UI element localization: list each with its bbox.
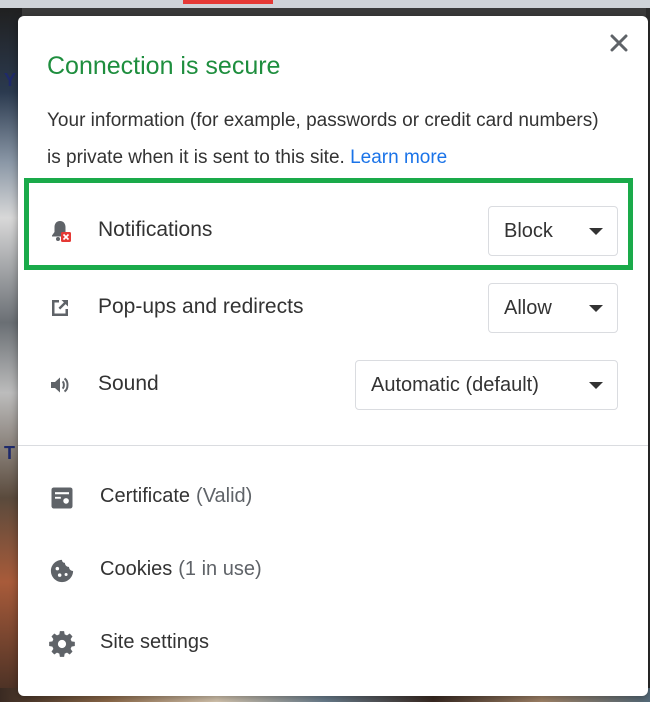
certificate-label: Certificate (Valid) <box>100 485 252 508</box>
sound-select-value: Automatic (default) <box>371 373 539 396</box>
highlight-annotation-box <box>24 178 633 270</box>
chevron-down-icon <box>589 305 603 312</box>
sound-label: Sound <box>98 372 159 395</box>
connection-status-title: Connection is secure <box>47 52 281 80</box>
learn-more-link[interactable]: Learn more <box>350 147 447 168</box>
background-top-strip <box>0 0 650 8</box>
certificate-link[interactable]: Certificate (Valid) <box>18 467 648 527</box>
cookie-icon <box>50 559 74 583</box>
certificate-label-text: Certificate <box>100 485 191 507</box>
section-divider <box>18 445 648 446</box>
sound-select[interactable]: Automatic (default) <box>355 360 618 410</box>
description-text: Your information (for example, passwords… <box>47 110 599 168</box>
background-letter: T <box>4 443 15 463</box>
background-letter: Y <box>4 70 17 90</box>
speaker-icon <box>51 377 69 393</box>
connection-description: Your information (for example, passwords… <box>47 102 607 176</box>
popups-select[interactable]: Allow <box>488 283 618 333</box>
certificate-icon <box>51 487 73 509</box>
cookies-count: (1 in use) <box>178 558 262 580</box>
certificate-status: (Valid) <box>196 485 253 507</box>
external-link-icon <box>52 300 68 316</box>
cookies-label-text: Cookies <box>100 558 173 580</box>
site-info-popup: Connection is secure Your information (f… <box>18 16 648 696</box>
popups-label: Pop-ups and redirects <box>98 295 304 318</box>
permission-row-popups: Pop-ups and redirects Allow <box>18 278 648 338</box>
site-settings-link[interactable]: Site settings <box>18 613 648 673</box>
cookies-label: Cookies (1 in use) <box>100 558 262 581</box>
chevron-down-icon <box>589 382 603 389</box>
gear-icon <box>49 631 75 657</box>
cookies-link[interactable]: Cookies (1 in use) <box>18 540 648 600</box>
background-red-mark <box>183 0 273 4</box>
permission-row-sound: Sound Automatic (default) <box>18 355 648 415</box>
close-icon <box>610 34 628 52</box>
site-settings-label: Site settings <box>100 631 209 653</box>
close-button[interactable] <box>606 30 632 56</box>
popups-select-value: Allow <box>504 296 552 319</box>
